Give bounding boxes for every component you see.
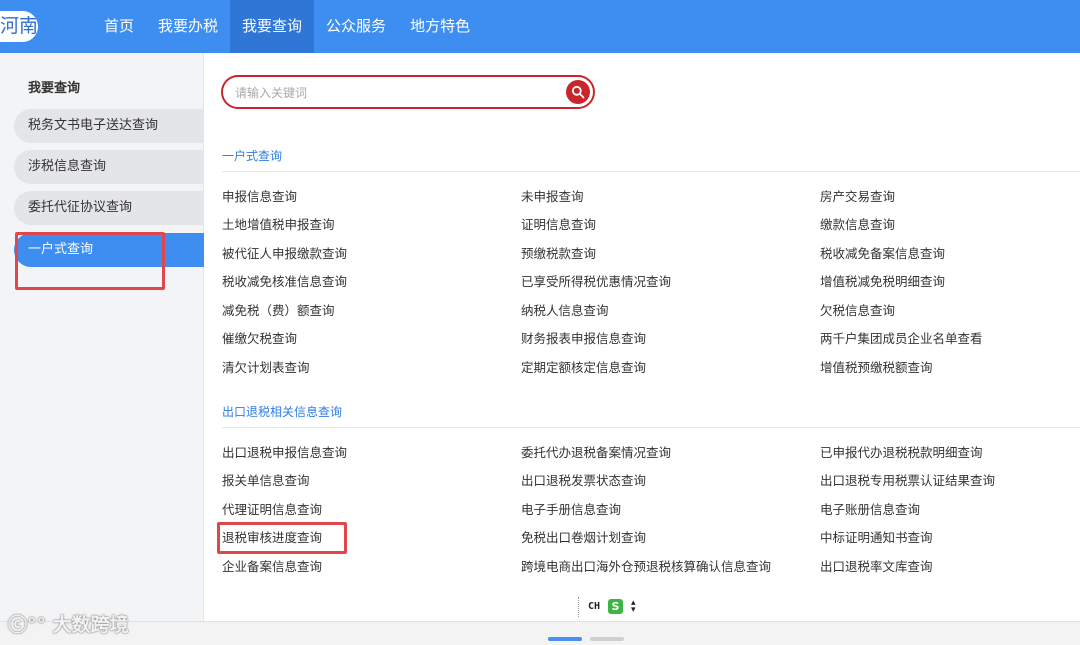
query-link[interactable]: 委托代办退税备案情况查询 [521, 442, 671, 461]
query-link[interactable]: 已享受所得税优惠情况查询 [521, 271, 671, 290]
query-link[interactable]: 增值税预缴税额查询 [820, 357, 933, 376]
query-link[interactable]: 催缴欠税查询 [222, 328, 297, 347]
section-divider [222, 171, 1080, 172]
search-bar [221, 75, 595, 109]
query-link[interactable]: 申报信息查询 [222, 186, 297, 205]
query-link[interactable]: 中标证明通知书查询 [820, 527, 933, 546]
query-link[interactable]: 缴款信息查询 [820, 214, 895, 233]
site-logo[interactable]: 河南 [0, 11, 38, 42]
query-link[interactable]: 定期定额核定信息查询 [521, 357, 646, 376]
site-logo-text: 河南 [0, 15, 38, 37]
query-link[interactable]: 已申报代办退税税款明细查询 [820, 442, 983, 461]
nav-tax-handling[interactable]: 我要办税 [146, 0, 230, 53]
query-link[interactable]: 出口退税专用税票认证结果查询 [820, 470, 995, 489]
page-bottom-edge [0, 621, 1080, 645]
query-link[interactable]: 未申报查询 [521, 186, 584, 205]
section-title-export-refund: 出口退税相关信息查询 [222, 405, 343, 419]
sidebar-title: 我要查询 [28, 81, 81, 96]
query-link[interactable]: 代理证明信息查询 [222, 499, 322, 518]
nav-query[interactable]: 我要查询 [230, 0, 315, 53]
query-link[interactable]: 税收减免核准信息查询 [222, 271, 347, 290]
query-link[interactable]: 免税出口卷烟计划查询 [521, 527, 646, 546]
pagination-dot[interactable] [590, 637, 624, 641]
search-input[interactable] [235, 83, 555, 103]
section-title-one-stop: 一户式查询 [222, 149, 283, 163]
sidebar-item-tax-info[interactable]: 涉税信息查询 [14, 150, 204, 184]
query-link[interactable]: 跨境电商出口海外仓预退税核算确认信息查询 [521, 556, 771, 575]
query-link[interactable]: 出口退税发票状态查询 [521, 470, 646, 489]
sidebar-item-e-delivery[interactable]: 税务文书电子送达查询 [14, 109, 204, 143]
query-link[interactable]: 证明信息查询 [521, 214, 596, 233]
query-link[interactable]: 土地增值税申报查询 [222, 214, 335, 233]
query-link[interactable]: 清欠计划表查询 [222, 357, 310, 376]
search-icon [571, 85, 585, 99]
sidebar: 我要查询 税务文书电子送达查询 涉税信息查询 委托代征协议查询 一户式查询 [0, 53, 204, 623]
sogou-icon: S [608, 599, 623, 614]
ime-mode-label: CH [588, 601, 601, 612]
query-link[interactable]: 增值税减免税明细查询 [820, 271, 945, 290]
main-nav: 首页 我要办税 我要查询 公众服务 地方特色 [92, 0, 482, 53]
section-divider [222, 427, 1080, 428]
query-link[interactable]: 欠税信息查询 [820, 300, 895, 319]
query-link[interactable]: 电子手册信息查询 [521, 499, 621, 518]
pagination-dot-active[interactable] [548, 637, 582, 641]
query-link[interactable]: 减免税（费）额查询 [222, 300, 335, 319]
sidebar-item-agency-agreement[interactable]: 委托代征协议查询 [14, 191, 204, 225]
query-link[interactable]: 两千户集团成员企业名单查看 [820, 328, 983, 347]
query-link[interactable]: 企业备案信息查询 [222, 556, 322, 575]
query-link[interactable]: 被代征人申报缴款查询 [222, 243, 347, 262]
ime-status-widget[interactable]: CH S ▴ ▾ [578, 597, 642, 617]
highlight-box [217, 522, 347, 554]
query-link[interactable]: 纳税人信息查询 [521, 300, 609, 319]
watermark: ⓒ°° 大数跨境 [8, 610, 129, 637]
query-link[interactable]: 出口退税申报信息查询 [222, 442, 347, 461]
ime-updown-icon: ▴ ▾ [631, 598, 636, 615]
query-link[interactable]: 电子账册信息查询 [820, 499, 920, 518]
highlight-box [15, 232, 165, 290]
nav-home[interactable]: 首页 [92, 0, 146, 53]
top-nav-bar: 河南 首页 我要办税 我要查询 公众服务 地方特色 [0, 0, 1080, 53]
query-link[interactable]: 预缴税款查询 [521, 243, 596, 262]
query-link[interactable]: 财务报表申报信息查询 [521, 328, 646, 347]
query-link[interactable]: 报关单信息查询 [222, 470, 310, 489]
query-link[interactable]: 房产交易查询 [820, 186, 895, 205]
watermark-logo-icon: ⓒ°° [8, 614, 47, 636]
nav-public-service[interactable]: 公众服务 [314, 0, 398, 53]
nav-local-features[interactable]: 地方特色 [398, 0, 482, 53]
watermark-text: 大数跨境 [52, 614, 129, 636]
search-button[interactable] [566, 80, 590, 104]
query-link[interactable]: 出口退税率文库查询 [820, 556, 933, 575]
query-link[interactable]: 税收减免备案信息查询 [820, 243, 945, 262]
